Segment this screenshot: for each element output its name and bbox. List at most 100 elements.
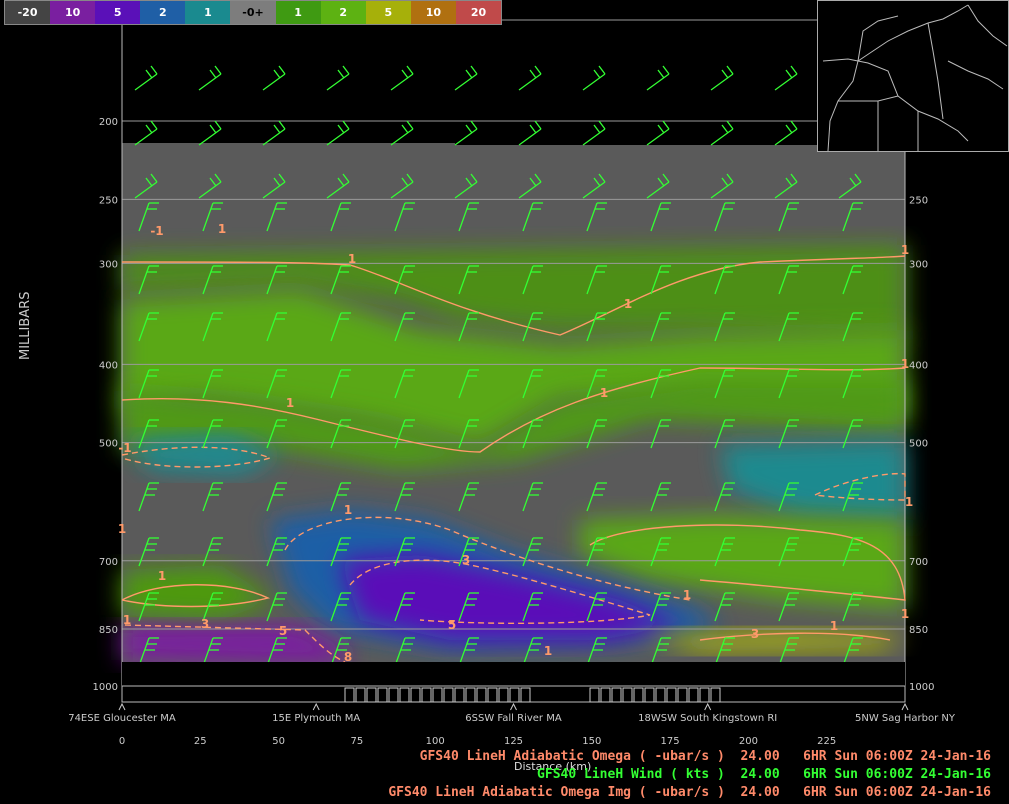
contour-label: 1 [348, 252, 356, 266]
location-tick-icon [312, 702, 320, 711]
x-tick-label: 175 [661, 736, 680, 747]
terrain-block [388, 687, 399, 703]
legend-line: GFS40 LineH Adiabatic Omega Img ( -ubar/… [388, 785, 991, 800]
terrain-block [622, 687, 633, 703]
contour-label: 5 [279, 624, 287, 638]
location-label: 74ESE Gloucester MA [68, 713, 176, 724]
contour-label: 1 [123, 613, 131, 627]
terrain-block [443, 687, 454, 703]
contour-label: 1 [600, 386, 608, 400]
contour-label: 1 [830, 619, 838, 633]
colorbar-cell: 10 [50, 1, 96, 24]
contour-label: 1 [158, 569, 166, 583]
terrain-profile [121, 662, 906, 703]
colorbar-cell: 5 [365, 1, 411, 24]
y-tick-label-right: 850 [909, 625, 928, 636]
y-tick-label: 250 [99, 195, 118, 206]
legend-line: GFS40 LineH Wind ( kts ) 24.00 6HR Sun 0… [537, 767, 991, 782]
legend: GFS40 LineH Adiabatic Omega ( -ubar/s ) … [388, 748, 991, 802]
location-tick-icon [901, 702, 909, 711]
location-label: 6SSW Fall River MA [465, 713, 562, 724]
x-tick-label: 150 [582, 736, 601, 747]
legend-line: GFS40 LineH Adiabatic Omega ( -ubar/s ) … [419, 749, 991, 764]
terrain-block [509, 687, 520, 703]
x-tick-label: 75 [351, 736, 364, 747]
terrain-block [366, 687, 377, 703]
terrain-block [421, 687, 432, 703]
y-tick-label: 850 [99, 625, 118, 636]
colorbar-cell: 20 [455, 1, 502, 24]
contour-label: 8 [344, 650, 352, 664]
contour-label: 3 [751, 627, 759, 641]
terrain-block [655, 687, 666, 703]
y-tick-label: 400 [99, 360, 118, 371]
x-tick-label: 25 [194, 736, 207, 747]
location-tick-icon [704, 702, 712, 711]
y-tick-label: 300 [99, 259, 118, 270]
contour-label: -1 [118, 441, 131, 455]
contour-label: 1 [624, 297, 632, 311]
contour-label: 1 [218, 222, 226, 236]
contour-label: 3 [201, 617, 209, 631]
terrain-block [644, 687, 655, 703]
y-tick-label-right: 400 [909, 360, 928, 371]
terrain-block [699, 687, 710, 703]
terrain-block [476, 687, 487, 703]
contour-label: 5 [448, 618, 456, 632]
terrain-block [666, 687, 677, 703]
terrain-block [589, 687, 600, 703]
terrain-block [377, 687, 388, 703]
contour-label: 3 [462, 553, 470, 567]
colorbar-cell: 1 [275, 1, 321, 24]
terrain-block [600, 687, 611, 703]
terrain-block [487, 687, 498, 703]
colorbar-cell: 2 [320, 1, 366, 24]
y-tick-label: 700 [99, 557, 118, 568]
y-tick-label-right: 250 [909, 195, 928, 206]
contour-label: 1 [901, 607, 909, 621]
terrain-block [410, 687, 421, 703]
terrain-block [498, 687, 509, 703]
colorbar-cell: 10 [410, 1, 456, 24]
contour-label: 1 [344, 503, 352, 517]
y-tick-label: 200 [99, 117, 118, 128]
y-axis-label: MILLIBARS [18, 291, 33, 360]
terrain-block [454, 687, 465, 703]
contour-label: -1 [150, 224, 163, 238]
terrain-block [633, 687, 644, 703]
terrain-block [710, 687, 721, 703]
terrain-block [355, 687, 366, 703]
colorbar-cell: -20 [5, 1, 51, 24]
terrain-block [520, 687, 531, 703]
contour-label: 1 [901, 243, 909, 257]
terrain-block [399, 687, 410, 703]
terrain-block [465, 687, 476, 703]
location-tick-icon [510, 702, 517, 711]
map-outline-icon [822, 4, 1008, 152]
terrain-block [432, 687, 443, 703]
terrain-fill [122, 662, 905, 686]
colorbar-cell: 2 [140, 1, 186, 24]
y-tick-label: 500 [99, 439, 118, 450]
locator-map[interactable] [817, 0, 1009, 152]
contour-label: 1 [286, 396, 294, 410]
contour-label: 1 [905, 495, 913, 509]
contour-label: 1 [544, 644, 552, 658]
location-label: 18WSW South Kingstown RI [638, 713, 777, 724]
terrain-block [344, 687, 355, 703]
colorbar-cell: -0+ [230, 1, 276, 24]
terrain-block [611, 687, 622, 703]
y-tick-label-right: 300 [909, 259, 928, 270]
x-tick-label: 50 [272, 736, 285, 747]
x-tick-label: 125 [504, 736, 523, 747]
y-tick-label-right: 500 [909, 439, 928, 450]
x-tick-label: 100 [426, 736, 445, 747]
x-tick-label: 225 [817, 736, 836, 747]
colorbar-cell: 1 [185, 1, 231, 24]
colorbar: -20 10 5 2 1 -0+ 1 2 5 10 20 [4, 0, 502, 25]
terrain-block [677, 687, 688, 703]
colorbar-cell: 5 [95, 1, 141, 24]
y-tick-label-right: 1000 [909, 682, 934, 693]
y-tick-label-right: 700 [909, 557, 928, 568]
x-tick-label: 200 [739, 736, 758, 747]
